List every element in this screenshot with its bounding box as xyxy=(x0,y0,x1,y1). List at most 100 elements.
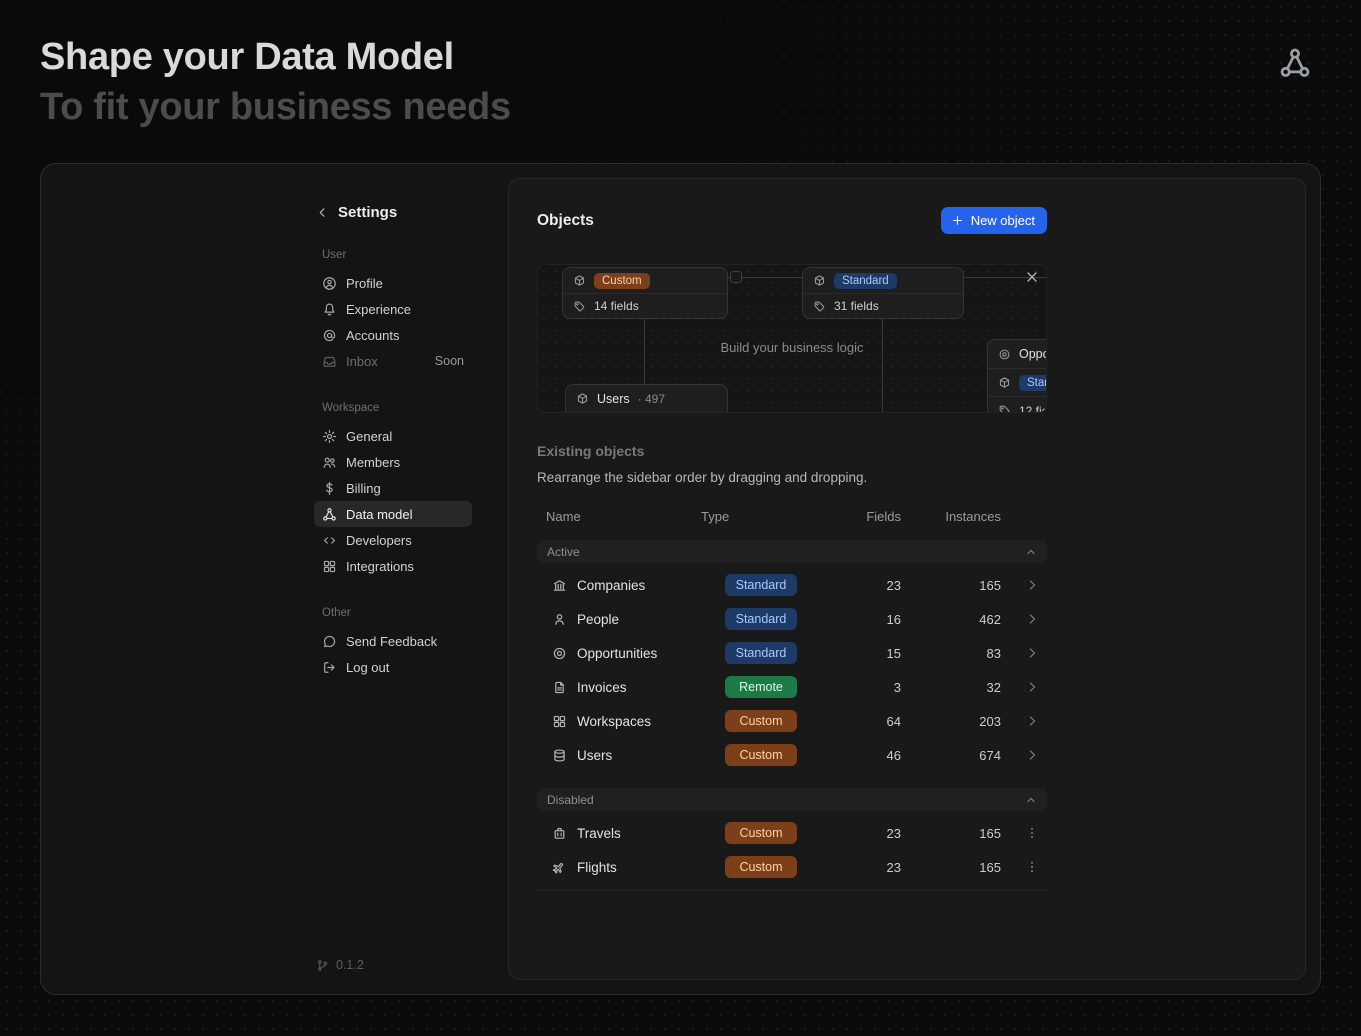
object-row-flights[interactable]: Flights Custom 23165 xyxy=(537,850,1047,884)
canvas-node-standard[interactable]: Standard 31 fields xyxy=(802,267,964,319)
target-icon xyxy=(552,646,567,661)
section-label: Other xyxy=(322,607,472,619)
object-instances: 203 xyxy=(901,714,1001,729)
object-name-cell: Users xyxy=(537,748,701,763)
type-badge: Custom xyxy=(725,710,797,732)
object-instances: 674 xyxy=(901,748,1001,763)
canvas-node-custom[interactable]: Custom 14 fields xyxy=(562,267,728,319)
type-badge: Standard xyxy=(725,642,797,664)
canvas-node-opportunities[interactable]: Opportunities Standard 12 fields xyxy=(987,339,1047,413)
tag-icon xyxy=(813,300,826,313)
group-label: Disabled xyxy=(547,793,594,807)
node-title-row: Users · 497 xyxy=(566,385,727,412)
node-badge-row: Standard xyxy=(803,268,963,293)
fields-count: 14 fields xyxy=(594,299,639,313)
object-name: Flights xyxy=(577,860,617,875)
sidebar-item-billing[interactable]: Billing xyxy=(314,475,472,501)
kebab-icon xyxy=(1025,860,1039,874)
sidebar-item-label: Inbox xyxy=(346,354,378,369)
row-action[interactable] xyxy=(1001,860,1047,874)
object-name: Companies xyxy=(577,578,645,593)
node-fields-row: 14 fields xyxy=(563,293,727,318)
sidebar-section-workspace: WorkspaceGeneralMembersBillingData model… xyxy=(314,402,472,579)
group-label: Active xyxy=(547,545,580,559)
sidebar-item-inbox[interactable]: Inbox Soon xyxy=(314,348,472,374)
column-fields: Fields xyxy=(841,509,901,524)
sidebar-item-send-feedback[interactable]: Send Feedback xyxy=(314,628,472,654)
close-icon[interactable] xyxy=(1024,269,1040,285)
canvas-caption: Build your business logic xyxy=(538,340,1046,355)
object-name-cell: Travels xyxy=(537,826,701,841)
sidebar-item-label: Send Feedback xyxy=(346,634,437,649)
row-action[interactable] xyxy=(1001,612,1047,626)
sidebar-item-label: Log out xyxy=(346,660,389,675)
kebab-icon xyxy=(1025,826,1039,840)
soon-badge: Soon xyxy=(435,354,464,368)
sidebar-item-experience[interactable]: Experience xyxy=(314,296,472,322)
section-title: Existing objects xyxy=(537,443,1047,459)
row-action[interactable] xyxy=(1001,646,1047,660)
row-action[interactable] xyxy=(1001,714,1047,728)
standard-badge: Standard xyxy=(1019,375,1047,391)
new-object-button[interactable]: New object xyxy=(941,207,1047,234)
target-icon xyxy=(998,348,1011,361)
sidebar-item-data-model[interactable]: Data model xyxy=(314,501,472,527)
person-icon xyxy=(552,612,567,627)
object-row-travels[interactable]: TravelsCustom23165 xyxy=(537,816,1047,850)
object-name: Invoices xyxy=(577,680,627,695)
row-action[interactable] xyxy=(1001,826,1047,840)
type-badge: Custom xyxy=(725,856,797,878)
sidebar-section-user: User ProfileExperienceAccounts Inbox Soon xyxy=(314,249,472,374)
object-type-cell: Custom xyxy=(701,710,841,732)
row-action[interactable] xyxy=(1001,680,1047,694)
type-badge: Custom xyxy=(725,822,797,844)
sidebar-item-accounts[interactable]: Accounts xyxy=(314,322,472,348)
object-name-cell: Companies xyxy=(537,578,701,593)
fields-count: 12 fields xyxy=(1019,404,1047,414)
type-badge: Standard xyxy=(725,574,797,596)
tag-icon xyxy=(998,404,1011,413)
canvas-node-users[interactable]: Users · 497 xyxy=(565,384,728,413)
existing-objects-section: Existing objects Rearrange the sidebar o… xyxy=(537,443,1047,891)
sidebar-item-integrations[interactable]: Integrations xyxy=(314,553,472,579)
settings-title: Settings xyxy=(338,204,397,221)
row-action[interactable] xyxy=(1001,578,1047,592)
object-instances: 165 xyxy=(901,860,1001,875)
sidebar-item-label: Integrations xyxy=(346,559,414,574)
row-action[interactable] xyxy=(1001,748,1047,762)
object-instances: 165 xyxy=(901,826,1001,841)
chevron-up-icon xyxy=(1025,546,1037,558)
object-instances: 165 xyxy=(901,578,1001,593)
sidebar-item-developers[interactable]: Developers xyxy=(314,527,472,553)
object-row-companies[interactable]: CompaniesStandard23165 xyxy=(537,568,1047,602)
object-fields: 46 xyxy=(841,748,901,763)
users-icon xyxy=(322,455,337,470)
table-bottom-divider xyxy=(537,890,1047,891)
panel-header: Objects New object xyxy=(537,207,1047,234)
object-row-invoices[interactable]: InvoicesRemote332 xyxy=(537,670,1047,704)
group-header-active[interactable]: Active xyxy=(537,540,1047,563)
object-fields: 23 xyxy=(841,860,901,875)
chevron-up-icon xyxy=(1025,794,1037,806)
object-row-people[interactable]: PeopleStandard16462 xyxy=(537,602,1047,636)
object-row-users[interactable]: UsersCustom46674 xyxy=(537,738,1047,772)
chevron-left-icon xyxy=(316,206,329,219)
object-row-opportunities[interactable]: OpportunitiesStandard1583 xyxy=(537,636,1047,670)
section-label: User xyxy=(322,249,472,261)
group-header-disabled[interactable]: Disabled xyxy=(537,788,1047,811)
object-row-workspaces[interactable]: WorkspacesCustom64203 xyxy=(537,704,1047,738)
node-name: Users xyxy=(597,392,630,406)
settings-back-button[interactable]: Settings xyxy=(314,204,472,221)
fields-count: 31 fields xyxy=(834,299,879,313)
object-name-cell: Invoices xyxy=(537,680,701,695)
node-title-row: Opportunities xyxy=(988,340,1047,368)
sidebar-item-members[interactable]: Members xyxy=(314,449,472,475)
sidebar-item-general[interactable]: General xyxy=(314,423,472,449)
connector-port xyxy=(730,271,742,283)
chevron-right-icon xyxy=(1025,612,1039,626)
node-fields-row: 12 fields xyxy=(988,396,1047,413)
sidebar-item-label: General xyxy=(346,429,392,444)
sidebar-item-log-out[interactable]: Log out xyxy=(314,654,472,680)
inbox-icon xyxy=(322,354,337,369)
sidebar-item-profile[interactable]: Profile xyxy=(314,270,472,296)
